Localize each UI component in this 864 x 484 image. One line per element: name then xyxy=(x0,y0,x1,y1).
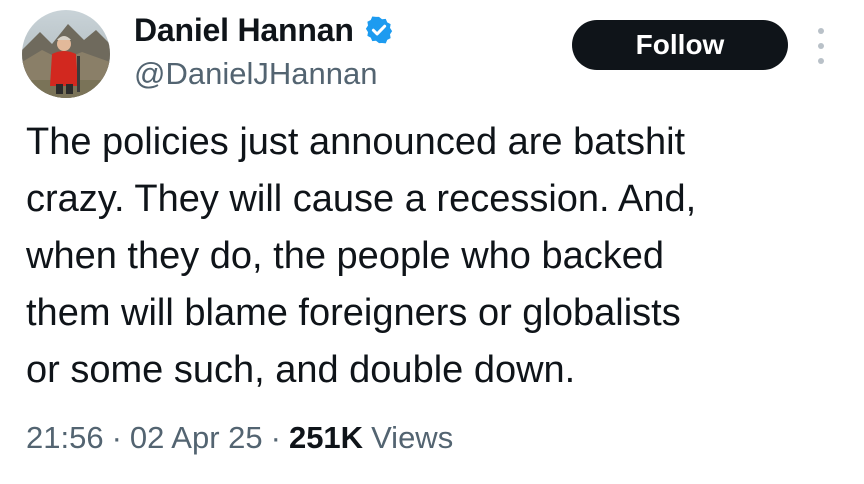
more-dot xyxy=(818,58,824,64)
separator-dot: · xyxy=(111,420,122,455)
tweet-time[interactable]: 21:56 xyxy=(26,420,104,456)
tweet-metadata: 21:56 · 02 Apr 25 · 251K Views xyxy=(26,416,453,460)
follow-button[interactable]: Follow xyxy=(572,20,788,70)
profile-photo xyxy=(22,10,110,98)
separator-dot: · xyxy=(270,420,281,455)
author-handle[interactable]: @DanielJHannan xyxy=(134,56,377,92)
more-dot xyxy=(818,28,824,34)
views-label: Views xyxy=(371,420,454,455)
author-name-row: Daniel Hannan xyxy=(134,10,394,50)
more-dot xyxy=(818,43,824,49)
views-count: 251K xyxy=(288,420,364,455)
more-options-icon[interactable] xyxy=(814,28,828,64)
tweet-text: The policies just announced are batshit … xyxy=(26,121,697,391)
verified-badge-icon xyxy=(364,15,394,45)
display-name[interactable]: Daniel Hannan xyxy=(134,12,354,49)
avatar[interactable] xyxy=(22,10,110,98)
tweet-date[interactable]: 02 Apr 25 xyxy=(130,420,263,456)
tweet-card: Daniel Hannan @DanielJHannan Follow The … xyxy=(0,0,864,484)
